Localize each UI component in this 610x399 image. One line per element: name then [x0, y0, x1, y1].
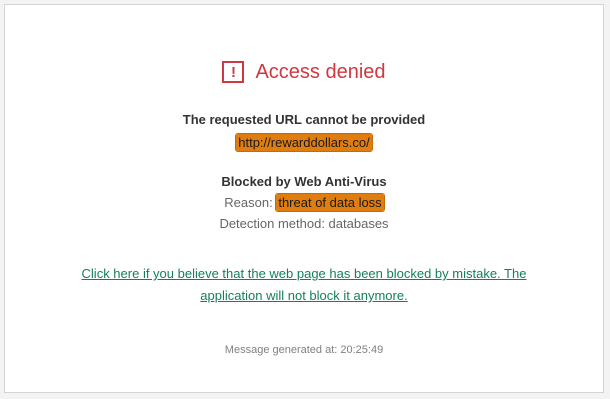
url-heading: The requested URL cannot be provided: [182, 112, 426, 127]
title-row: ! Access denied: [5, 59, 603, 85]
footer: Message generated at: 20:25:49: [5, 340, 603, 358]
reason-line: Reason: threat of data loss: [5, 192, 603, 213]
block-section: Blocked by Web Anti-Virus Reason: threat…: [5, 172, 603, 234]
unblock-link[interactable]: Click here if you believe that the web p…: [82, 266, 527, 303]
blocked-page-card: ! Access denied The requested URL cannot…: [4, 4, 604, 393]
page-title: Access denied: [255, 61, 386, 83]
timestamp-value: 20:25:49: [340, 344, 384, 356]
unblock-section: Click here if you believe that the web p…: [5, 263, 603, 307]
unblock-link-line1: Click here if you believe that the web p…: [81, 266, 527, 281]
reason-value: threat of data loss: [276, 194, 384, 211]
unblock-link-line2: application will not block it anymore.: [200, 288, 408, 303]
block-heading: Blocked by Web Anti-Virus: [221, 174, 387, 189]
detection-method: Detection method: databases: [219, 216, 389, 231]
url-line: http://rewarddollars.co/: [5, 132, 603, 153]
url-section: The requested URL cannot be provided htt…: [5, 110, 603, 153]
exclamation-icon: !: [222, 61, 245, 83]
blocked-url: http://rewarddollars.co/: [236, 134, 372, 151]
timestamp-label: Message generated at:: [224, 344, 341, 356]
reason-label: Reason:: [224, 195, 277, 210]
